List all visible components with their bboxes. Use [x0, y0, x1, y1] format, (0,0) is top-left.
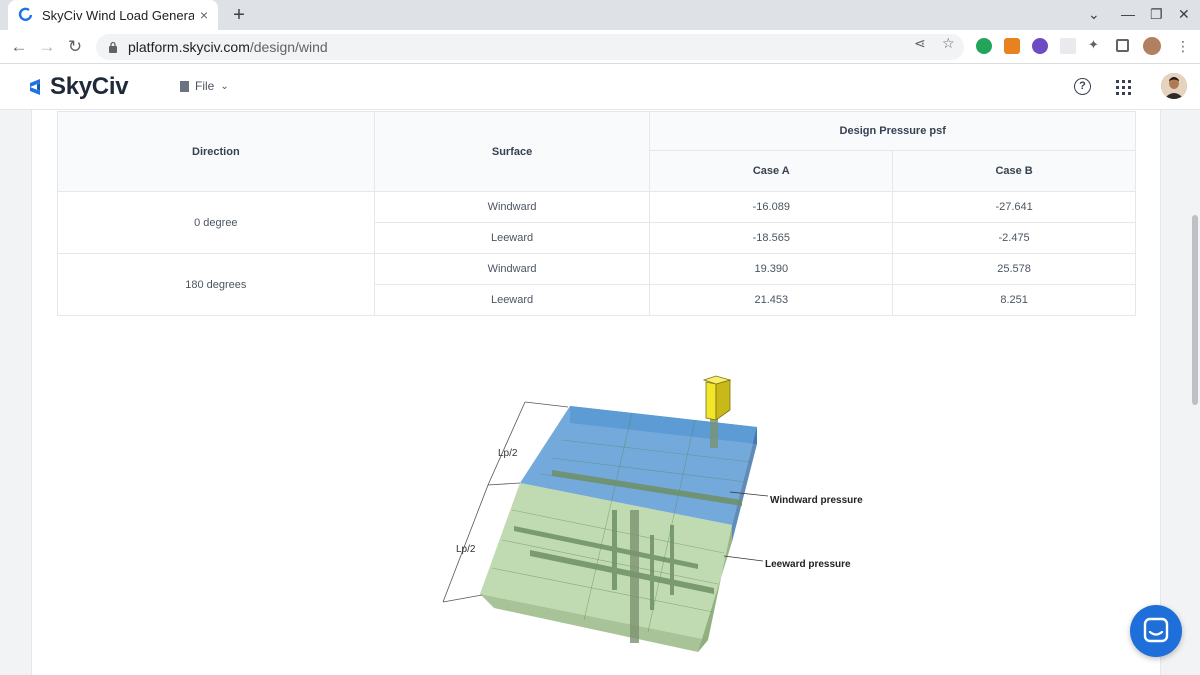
profile-avatar-icon[interactable] — [1143, 37, 1161, 55]
page-scrollbar[interactable] — [1190, 110, 1200, 675]
restore-icon[interactable]: ❐ — [1150, 6, 1163, 23]
side-panel-icon[interactable] — [1116, 39, 1129, 52]
browser-tab[interactable]: SkyCiv Wind Load Genera × — [8, 0, 218, 30]
skyciv-logo-icon — [30, 79, 40, 95]
tab-title: SkyCiv Wind Load Genera — [42, 7, 194, 23]
file-menu-label: File — [195, 79, 215, 93]
skyciv-logo[interactable]: SkyCiv — [24, 73, 129, 101]
chimney-side — [715, 379, 731, 421]
close-window-icon[interactable]: ✕ — [1178, 6, 1190, 23]
results-card: Direction Surface Design Pressure psf Ca… — [31, 110, 1161, 675]
back-icon[interactable]: ← — [8, 36, 30, 58]
url-host: platform.skyciv.com — [128, 39, 250, 55]
header-case-a: Case A — [649, 150, 894, 192]
file-menu-button[interactable]: File ⌄ — [180, 79, 229, 93]
app-header: SkyCiv File ⌄ ? — [0, 64, 1200, 110]
url-path: /design/wind — [249, 39, 328, 55]
blank-extension-icon[interactable] — [1060, 38, 1076, 54]
header-design-pressure: Design Pressure psf — [649, 111, 1136, 151]
content-area: Direction Surface Design Pressure psf Ca… — [0, 110, 1190, 675]
windward-pressure-label: Windward pressure — [770, 495, 863, 506]
extension-icon[interactable] — [1032, 38, 1048, 54]
tab-search-icon[interactable]: ⌄ — [1088, 6, 1100, 23]
leeward-pointer — [723, 555, 764, 562]
case-a-cell: -16.089 — [649, 191, 894, 223]
user-photo-icon — [1161, 73, 1187, 99]
chat-support-button[interactable] — [1130, 605, 1182, 657]
chevron-down-icon: ⌄ — [220, 80, 229, 92]
file-doc-icon — [180, 80, 189, 92]
bookmark-star-icon[interactable]: ☆ — [942, 35, 955, 52]
scrollbar-thumb[interactable] — [1192, 215, 1198, 405]
tab-close-icon[interactable]: × — [200, 7, 208, 23]
chimney-front — [705, 381, 717, 421]
design-pressure-table: Direction Surface Design Pressure psf Ca… — [57, 111, 1136, 316]
lp-label-bottom: Lp/2 — [456, 544, 476, 555]
leeward-pressure-label: Leeward pressure — [765, 559, 851, 570]
apps-grid-icon[interactable] — [1116, 80, 1131, 95]
chimney-base — [710, 418, 718, 448]
chat-icon — [1143, 617, 1169, 643]
reload-icon[interactable]: ↻ — [64, 36, 86, 58]
case-b-cell: 25.578 — [892, 253, 1136, 285]
direction-cell: 0 degree — [57, 191, 375, 254]
surface-cell: Windward — [373, 191, 651, 223]
lock-icon — [109, 41, 117, 53]
minimize-icon[interactable]: — — [1121, 6, 1135, 22]
metamask-extension-icon[interactable] — [1004, 38, 1020, 54]
lp-label-top: Lp/2 — [498, 448, 518, 459]
case-a-cell: -18.565 — [649, 222, 894, 254]
surface-cell: Leeward — [373, 222, 651, 254]
case-b-cell: -27.641 — [892, 191, 1136, 223]
browser-menu-icon[interactable]: ⋮ — [1176, 38, 1190, 55]
case-a-cell: 19.390 — [649, 253, 894, 285]
surface-cell: Leeward — [373, 284, 651, 316]
new-tab-button[interactable]: + — [228, 4, 250, 26]
puzzle-extensions-icon[interactable]: ✦ — [1088, 37, 1104, 53]
help-icon[interactable]: ? — [1074, 78, 1091, 95]
header-direction: Direction — [57, 111, 375, 192]
avatar[interactable] — [1161, 73, 1187, 99]
center-column — [630, 510, 639, 643]
direction-cell: 180 degrees — [57, 253, 375, 316]
browser-tabbar: SkyCiv Wind Load Genera × + ⌄ — ❐ ✕ — [0, 0, 1200, 30]
case-b-cell: 8.251 — [892, 284, 1136, 316]
header-case-b: Case B — [892, 150, 1136, 192]
logo-text: SkyCiv — [50, 73, 129, 100]
surface-cell: Windward — [373, 253, 651, 285]
share-icon[interactable]: ⋖ — [914, 35, 926, 52]
browser-toolbar: ← → ↻ platform.skyciv.com/design/wind ⋖ … — [0, 30, 1200, 64]
header-surface: Surface — [373, 111, 651, 192]
forward-icon[interactable]: → — [36, 36, 58, 58]
grammarly-extension-icon[interactable] — [976, 38, 992, 54]
skyciv-favicon-icon — [18, 7, 33, 21]
case-a-cell: 21.453 — [649, 284, 894, 316]
table-row: 180 degrees Windward 19.390 25.578 — [57, 253, 1136, 316]
address-bar[interactable]: platform.skyciv.com/design/wind — [96, 34, 964, 60]
wind-pressure-diagram: Lp/2 Lp/2 Windward pressure Leeward pres… — [442, 375, 863, 652]
case-b-cell: -2.475 — [892, 222, 1136, 254]
table-row: 0 degree Windward -16.089 -27.641 — [57, 191, 1136, 254]
